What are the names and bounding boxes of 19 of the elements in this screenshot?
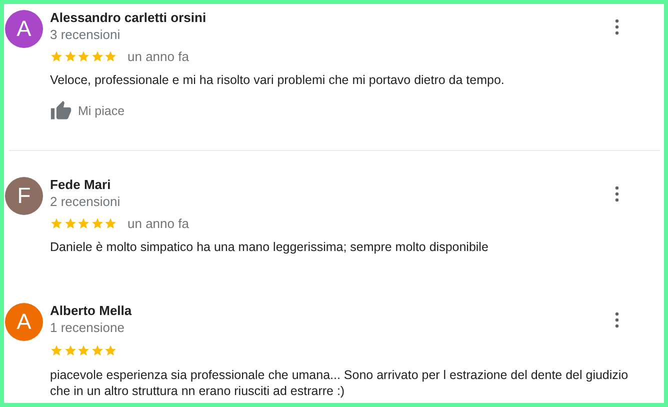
- review-text: piacevole esperienza sia professionale che umana... Sono arrivato per l estrazione del dente del giudizio che in un altro struttura nn erano riusciti ad estrarre :): [50, 367, 630, 399]
- review-time: un anno fa: [128, 216, 189, 230]
- reviewer-name[interactable]: Alberto Mella: [50, 302, 132, 319]
- more-options-icon[interactable]: [615, 312, 619, 328]
- reviewer-name[interactable]: Alessandro carletti orsini: [50, 9, 206, 26]
- avatar: A: [5, 10, 43, 48]
- thumbs-up-icon: [50, 100, 72, 122]
- review-count: 3 recensioni: [50, 26, 120, 43]
- avatar: F: [5, 177, 43, 215]
- like-button[interactable]: Mi piace: [50, 100, 125, 122]
- more-options-icon[interactable]: [615, 19, 619, 35]
- review-count: 2 recensioni: [50, 193, 120, 210]
- more-options-icon[interactable]: [615, 186, 619, 202]
- review-text: Daniele è molto simpatico ha una mano leggerissima; sempre molto disponibile: [50, 239, 490, 256]
- reviewer-name[interactable]: Fede Mari: [50, 176, 111, 193]
- review-count: 1 recensione: [50, 319, 124, 336]
- review-text: Veloce, professionale e mi ha risolto vari problemi che mi portavo dietro da tempo.: [50, 72, 506, 89]
- review-time: un anno fa: [128, 48, 189, 64]
- avatar: A: [5, 303, 43, 341]
